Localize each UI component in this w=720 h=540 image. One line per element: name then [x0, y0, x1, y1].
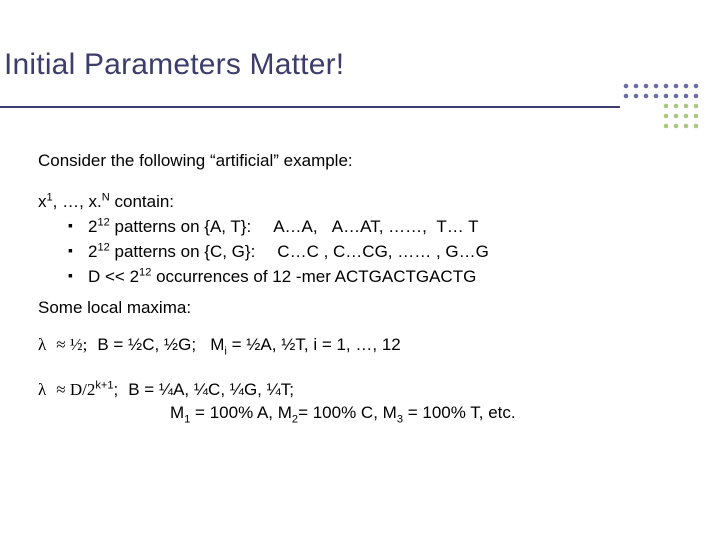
row2-m2-tail: = 100% C, M: [298, 403, 397, 422]
contain-suffix: contain:: [110, 192, 174, 211]
approx-text: ≈ D/2: [56, 380, 95, 399]
bullet-item: 212 patterns on {C, G}:C…C , C…CG, …… , …: [68, 241, 678, 264]
intro-text: Consider the following “artificial” exam…: [38, 150, 678, 173]
bullet-sup: 12: [139, 266, 151, 278]
row1-tail: = ½A, ½T, i = 1, …, 12: [227, 335, 401, 354]
bullet-item: D << 212 occurrences of 12 -mer ACTGACTG…: [68, 266, 678, 289]
bullet-rest: occurrences of 12 -mer ACTGACTGACTG: [151, 267, 476, 286]
bullet-rest: patterns on {C, G}:: [110, 242, 256, 261]
row1-rest: B = ½C, ½G; M: [97, 335, 224, 354]
slide-body: Consider the following “artificial” exam…: [38, 150, 678, 446]
lambda-row-1: λ≈ ½;B = ½C, ½G; Mi = ½A, ½T, i = 1, …, …: [38, 334, 678, 357]
row2-line2: M1 = 100% A, M2= 100% C, M3 = 100% T, et…: [38, 403, 516, 422]
bullet-sup: 12: [97, 241, 109, 253]
row2-m1: M: [170, 403, 184, 422]
contain-supN: N: [102, 191, 110, 203]
bullet-tail: A…A, A…AT, ……, T… T: [273, 217, 478, 236]
slide-title: Initial Parameters Matter!: [4, 48, 344, 82]
row2-m1-tail: = 100% A, M: [190, 403, 292, 422]
lambda-symbol: λ: [38, 335, 46, 354]
bullet-item: 212 patterns on {A, T}:A…A, A…AT, ……, T……: [68, 216, 678, 239]
bullet-tail: C…C , C…CG, …… , G…G: [277, 242, 489, 261]
lambda-symbol: λ: [38, 380, 46, 399]
row2-btext: B = ¼A, ¼C, ¼G, ¼T;: [128, 380, 294, 399]
decoration-dots-icon: [620, 80, 700, 136]
row2-sup: k+1: [95, 379, 113, 391]
contain-line: x1, …, x.N contain:: [38, 191, 678, 214]
contain-mid: , …, x.: [53, 192, 102, 211]
row2-m3-tail: = 100% T, etc.: [403, 403, 516, 422]
contain-prefix: x: [38, 192, 47, 211]
row2-semi: ;: [113, 380, 118, 399]
bullet-sup: 12: [97, 216, 109, 228]
bullet-lead: D << 2: [88, 267, 139, 286]
bullet-rest: patterns on {A, T}:: [110, 217, 251, 236]
lambda-row-2: λ ≈ D/2k+1; B = ¼A, ¼C, ¼G, ¼T; M1 = 100% …: [38, 379, 678, 425]
bullet-list: 212 patterns on {A, T}:A…A, A…AT, ……, T……: [68, 216, 678, 289]
approx-text: ≈ ½;: [56, 335, 87, 354]
title-underline: [0, 106, 620, 108]
maxima-label: Some local maxima:: [38, 297, 678, 320]
